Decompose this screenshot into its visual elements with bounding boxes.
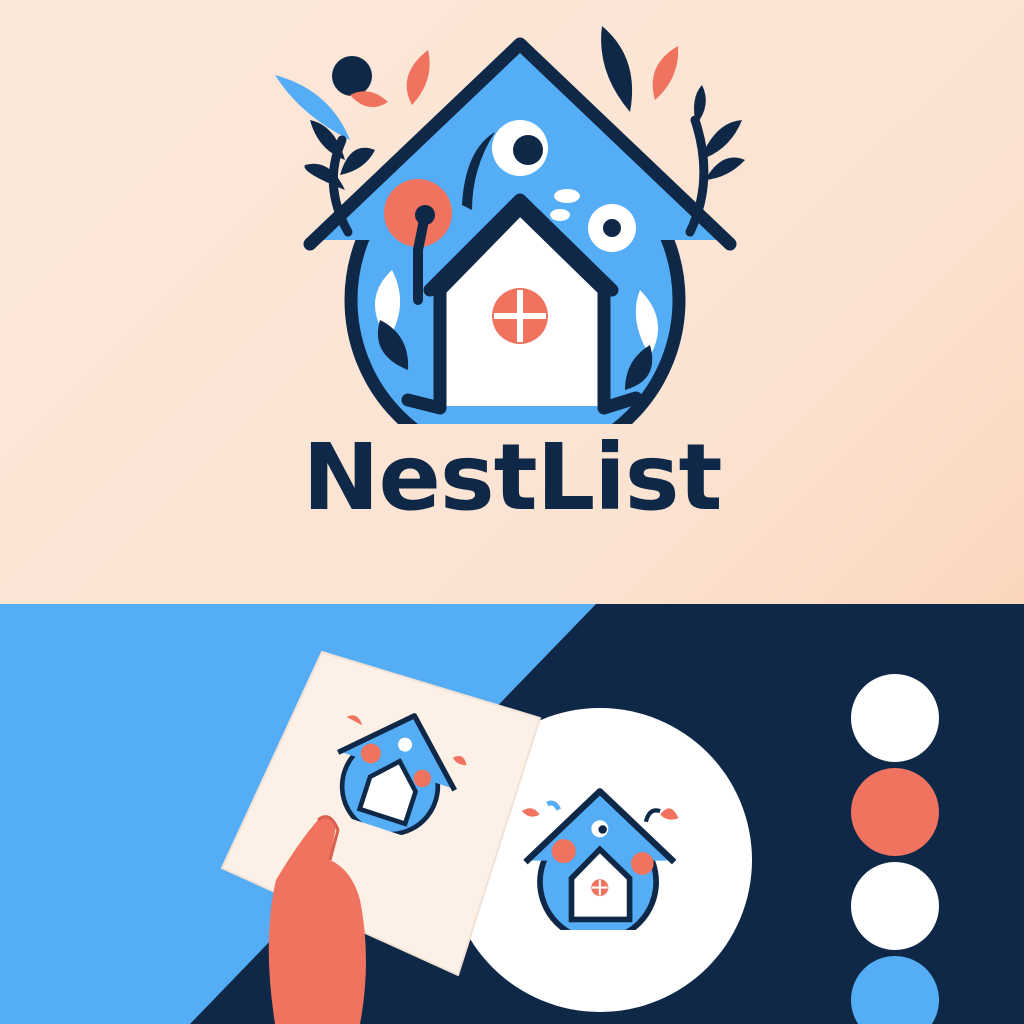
swatch-3 bbox=[851, 862, 939, 950]
brand-wordmark: NestList bbox=[302, 424, 722, 531]
logo-presentation-panel: NestList bbox=[0, 0, 1024, 604]
circle-logo-icon bbox=[521, 788, 679, 930]
brand-mockup-panel bbox=[0, 604, 1024, 1024]
house-leaves-logo-icon bbox=[275, 26, 745, 424]
swatch-2 bbox=[851, 768, 939, 856]
swatch-1 bbox=[851, 674, 939, 762]
